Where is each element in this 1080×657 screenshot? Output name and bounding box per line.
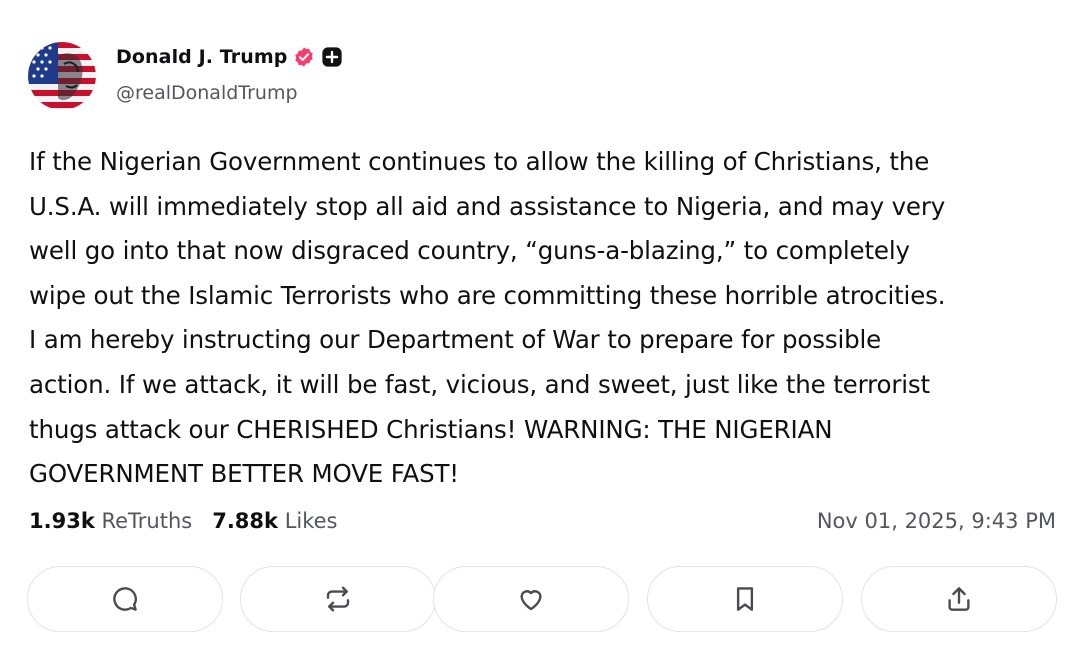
like-button[interactable] (433, 566, 629, 632)
likes-count: 7.88k (212, 509, 278, 533)
share-icon (948, 587, 970, 611)
post-text: If the Nigerian Government continues to … (29, 147, 946, 489)
retruths-count: 1.93k (29, 509, 95, 533)
post-timestamp: Nov 01, 2025, 9:43 PM (816, 509, 1056, 533)
reply-icon (113, 587, 137, 611)
plus-badge-icon (321, 46, 343, 68)
retruth-icon (326, 586, 350, 612)
author-name-text[interactable]: Donald J. Trump (116, 46, 287, 68)
verified-badge-icon (293, 46, 315, 68)
author-handle[interactable]: @realDonaldTrump (116, 82, 298, 104)
action-bar (27, 566, 1059, 634)
post-card: Donald J. Trump @realDonaldTrump If the … (0, 0, 1080, 657)
retruths-stat[interactable]: 1.93k ReTruths (29, 509, 192, 533)
retruths-label: ReTruths (101, 509, 193, 533)
bookmark-button[interactable] (647, 566, 843, 632)
author-avatar[interactable] (28, 42, 96, 110)
share-button[interactable] (861, 566, 1057, 632)
like-heart-icon (520, 590, 542, 611)
american-flag-portrait-avatar (28, 42, 96, 110)
likes-label: Likes (284, 509, 338, 533)
bookmark-icon (736, 587, 754, 611)
author-name[interactable]: Donald J. Trump (116, 46, 343, 68)
post-stats: 1.93k ReTruths 7.88k Likes (29, 509, 338, 533)
reply-button[interactable] (27, 566, 223, 632)
retruth-button[interactable] (240, 566, 436, 632)
likes-stat[interactable]: 7.88k Likes (212, 509, 337, 533)
